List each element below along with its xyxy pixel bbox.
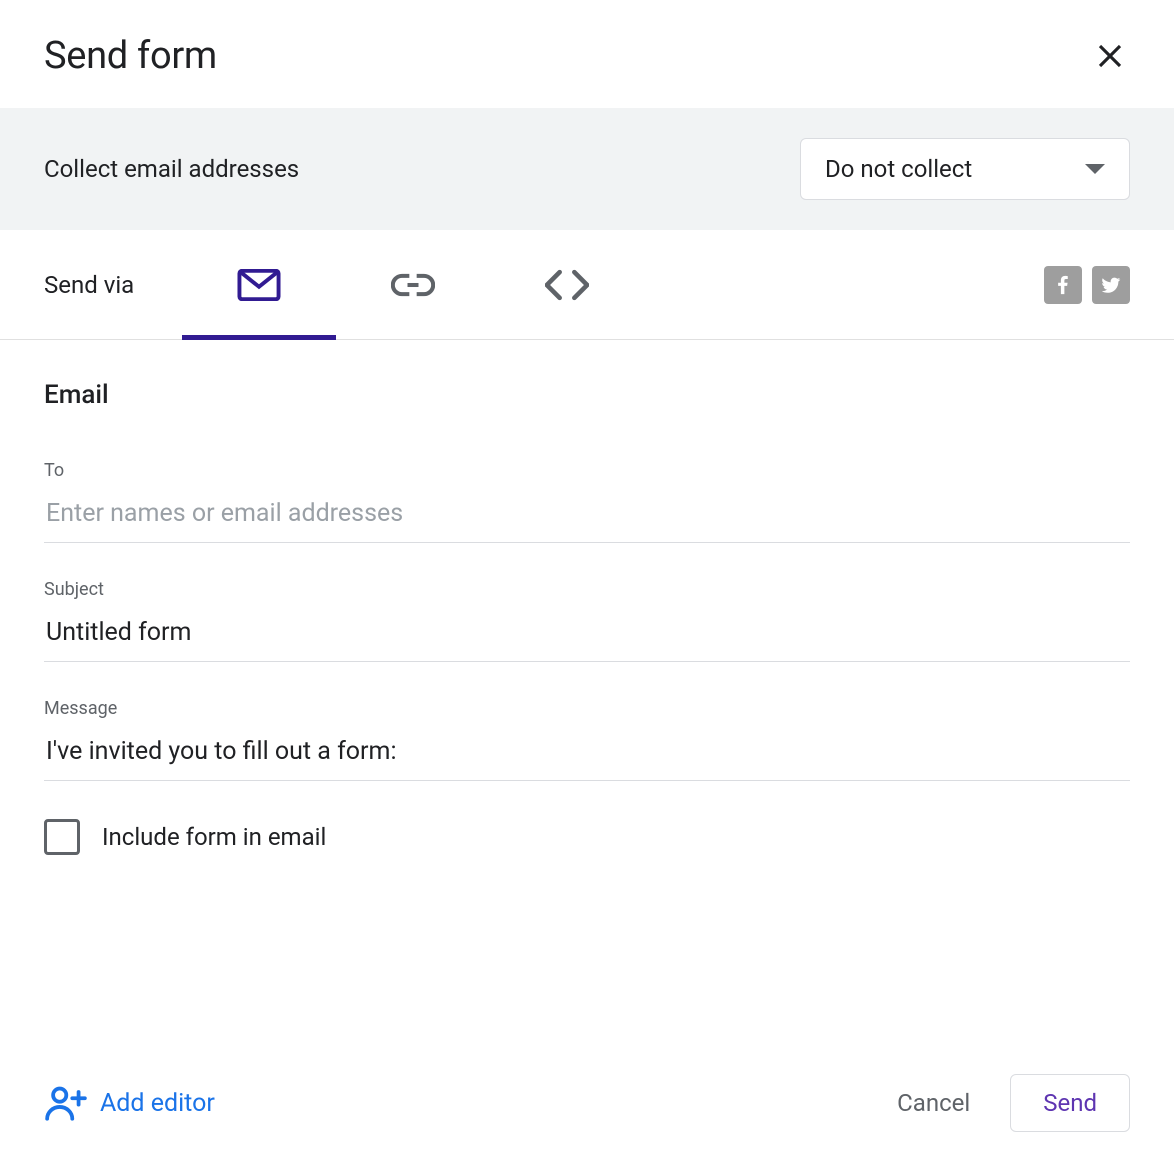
to-field: To (44, 460, 1130, 543)
dialog-footer: Add editor Cancel Send (0, 1050, 1174, 1172)
add-editor-button[interactable]: Add editor (44, 1085, 215, 1121)
tab-email[interactable] (182, 230, 336, 339)
send-form-dialog: Send form Collect email addresses Do not… (0, 0, 1174, 1172)
subject-label: Subject (44, 579, 1130, 600)
tab-link[interactable] (336, 230, 490, 339)
twitter-icon (1100, 274, 1122, 296)
include-form-checkbox[interactable] (44, 819, 80, 855)
add-editor-label: Add editor (100, 1089, 215, 1118)
embed-icon (545, 269, 589, 301)
tab-embed[interactable] (490, 230, 644, 339)
message-field: Message (44, 698, 1130, 781)
facebook-icon (1052, 274, 1074, 296)
subject-input[interactable] (44, 610, 1130, 662)
close-button[interactable] (1086, 32, 1134, 80)
send-via-label: Send via (44, 271, 134, 299)
message-input[interactable] (44, 729, 1130, 781)
dialog-title: Send form (44, 34, 217, 78)
person-add-icon (44, 1085, 88, 1121)
include-form-label: Include form in email (102, 823, 326, 851)
collect-email-row: Collect email addresses Do not collect (0, 108, 1174, 230)
share-twitter-button[interactable] (1092, 266, 1130, 304)
to-label: To (44, 460, 1130, 481)
to-input[interactable] (44, 491, 1130, 543)
collect-email-select[interactable]: Do not collect (800, 138, 1130, 200)
cancel-button[interactable]: Cancel (873, 1075, 994, 1131)
close-icon (1095, 41, 1125, 71)
dialog-header: Send form (0, 0, 1174, 108)
send-button[interactable]: Send (1010, 1074, 1130, 1132)
share-facebook-button[interactable] (1044, 266, 1082, 304)
email-section-title: Email (44, 380, 1130, 410)
message-label: Message (44, 698, 1130, 719)
send-via-tabs: Send via (0, 230, 1174, 340)
subject-field: Subject (44, 579, 1130, 662)
include-form-row: Include form in email (44, 819, 1130, 855)
email-panel: Email To Subject Message Include form in… (0, 340, 1174, 1050)
chevron-down-icon (1085, 164, 1105, 174)
email-icon (237, 269, 281, 301)
link-icon (391, 269, 435, 301)
collect-email-label: Collect email addresses (44, 155, 299, 183)
collect-email-selected-value: Do not collect (825, 155, 972, 183)
